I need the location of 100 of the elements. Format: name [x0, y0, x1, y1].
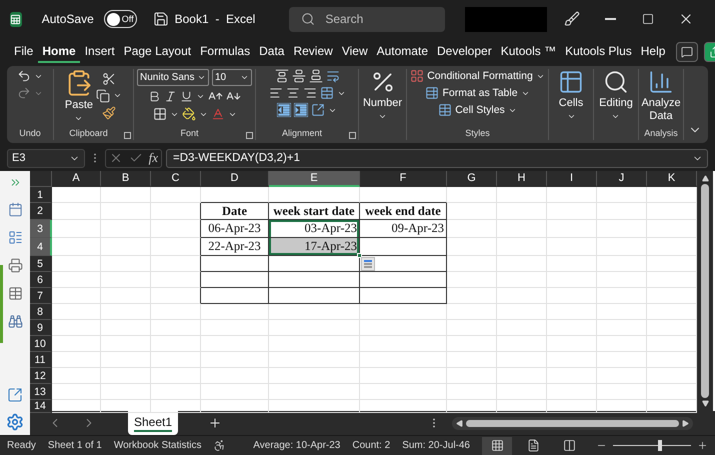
binoculars-icon[interactable] — [8, 314, 22, 329]
italic-icon[interactable] — [164, 90, 177, 103]
zoom-thumb[interactable] — [658, 440, 662, 451]
menu-tab[interactable]: Kutools Plus — [561, 40, 636, 62]
scroll-up-icon[interactable] — [702, 175, 708, 182]
accessibility-icon[interactable] — [213, 439, 226, 452]
menu-tab[interactable]: Kutools ™ — [496, 40, 560, 62]
menu-tab[interactable]: Home — [38, 40, 80, 62]
menu-tab[interactable]: Formulas — [196, 40, 254, 62]
column-header[interactable]: B — [101, 171, 151, 187]
dialog-launcher-icon[interactable] — [349, 132, 356, 139]
row-header[interactable]: 1 — [30, 187, 52, 203]
align-right-icon[interactable] — [302, 86, 316, 100]
top-align-icon[interactable] — [274, 69, 288, 83]
table-icon[interactable] — [8, 286, 22, 301]
align-center-icon[interactable] — [286, 86, 300, 100]
column-header[interactable]: I — [547, 171, 597, 187]
search-field[interactable]: Search — [289, 6, 445, 32]
font-size-select[interactable]: 10 — [212, 69, 252, 86]
number-button[interactable]: Number — [362, 69, 402, 121]
fill-color-icon[interactable] — [182, 107, 196, 121]
row-header[interactable]: 7 — [30, 288, 52, 304]
row-header[interactable]: 14 — [30, 400, 52, 413]
styles-menu-item[interactable]: Cell Styles — [438, 103, 517, 117]
scroll-left-icon[interactable] — [456, 420, 463, 426]
menu-tab[interactable]: Developer — [433, 40, 496, 62]
increase-indent-icon[interactable] — [294, 103, 308, 117]
column-header[interactable]: J — [597, 171, 647, 187]
column-header[interactable]: E — [269, 171, 360, 187]
row-header[interactable]: 9 — [30, 320, 52, 336]
row-header[interactable]: 6 — [30, 272, 52, 288]
comments-button[interactable] — [676, 42, 698, 62]
sheet-tab[interactable]: Sheet1 — [128, 411, 178, 435]
insert-function-button[interactable]: fx — [148, 150, 158, 166]
borders-icon[interactable] — [152, 107, 166, 121]
scroll-down-icon[interactable] — [702, 400, 708, 407]
menu-tab[interactable]: Automate — [372, 40, 432, 62]
column-header[interactable]: K — [647, 171, 697, 187]
external-link-icon[interactable] — [7, 387, 23, 403]
fill-handle[interactable] — [357, 253, 362, 258]
column-header[interactable]: G — [447, 171, 497, 187]
column-header[interactable]: A — [52, 171, 101, 187]
view-button[interactable] — [482, 436, 512, 454]
analyze-data-button[interactable]: Analyze Data — [641, 69, 681, 122]
column-header[interactable]: C — [151, 171, 201, 187]
decrease-indent-icon[interactable] — [277, 103, 291, 117]
row-header[interactable]: 3 — [30, 220, 52, 238]
wrap-text-icon[interactable] — [326, 69, 340, 83]
menu-tab[interactable]: File — [10, 40, 38, 62]
styles-menu-item[interactable]: Format as Table — [425, 86, 530, 100]
align-left-icon[interactable] — [268, 86, 282, 100]
row-header[interactable]: 2 — [30, 203, 52, 220]
bold-icon[interactable] — [148, 90, 161, 103]
row-header[interactable]: 11 — [30, 352, 52, 368]
paste-button[interactable]: Paste — [64, 69, 94, 123]
row-header[interactable]: 10 — [30, 336, 52, 352]
settings-icon[interactable] — [6, 413, 24, 431]
styles-menu-item[interactable]: Conditional Formatting — [410, 69, 545, 83]
row-header[interactable]: 12 — [30, 368, 52, 384]
printer-icon[interactable] — [8, 258, 22, 273]
column-header[interactable]: H — [497, 171, 547, 187]
autosave-toggle[interactable]: Off — [104, 10, 137, 28]
column-header[interactable]: F — [360, 171, 447, 187]
menu-tab[interactable]: Page Layout — [120, 40, 196, 62]
menu-tab[interactable]: Insert — [80, 40, 119, 62]
copy-icon[interactable] — [96, 88, 110, 103]
zoom-in-icon[interactable] — [697, 440, 708, 451]
dialog-launcher-icon[interactable] — [124, 132, 131, 139]
save-icon[interactable] — [152, 11, 169, 27]
underline-icon[interactable] — [180, 90, 193, 103]
column-header[interactable]: D — [201, 171, 269, 187]
cut-icon[interactable] — [102, 72, 116, 86]
menu-tab[interactable]: Data — [255, 40, 288, 62]
merge-cells-icon[interactable] — [320, 86, 334, 100]
font-color-icon[interactable] — [210, 107, 224, 121]
add-sheet-icon[interactable] — [208, 416, 222, 430]
menu-tab[interactable]: Help — [636, 40, 670, 62]
list-icon[interactable] — [8, 230, 22, 245]
middle-align-icon[interactable] — [292, 69, 306, 83]
row-header[interactable]: 5 — [30, 256, 52, 272]
menu-tab[interactable]: View — [338, 40, 372, 62]
calendar-icon[interactable] — [8, 202, 22, 217]
font-name-select[interactable]: Nunito Sans — [137, 69, 209, 86]
vertical-scrollbar[interactable] — [697, 171, 713, 411]
row-header[interactable]: 13 — [30, 384, 52, 400]
format-painter-icon[interactable] — [102, 106, 116, 120]
formula-field[interactable]: =D3-WEEKDAY(D3,2)+1 — [166, 148, 708, 168]
undo-icon[interactable] — [17, 69, 31, 83]
editing-button[interactable]: Editing — [599, 69, 633, 121]
horizontal-scrollbar[interactable] — [452, 416, 693, 430]
quick-analysis-icon[interactable] — [361, 257, 375, 271]
bottom-align-icon[interactable] — [308, 69, 322, 83]
row-header[interactable]: 4 — [30, 238, 52, 256]
name-box[interactable]: E3 — [7, 148, 85, 168]
menu-tab[interactable]: Review — [289, 40, 337, 62]
row-header[interactable]: 8 — [30, 304, 52, 320]
workbook-statistics-link[interactable]: Workbook Statistics — [114, 440, 202, 451]
diagonal-arrow-icon[interactable] — [311, 103, 325, 117]
cells-button[interactable]: Cells — [558, 69, 584, 121]
dialog-launcher-icon[interactable] — [246, 132, 253, 139]
